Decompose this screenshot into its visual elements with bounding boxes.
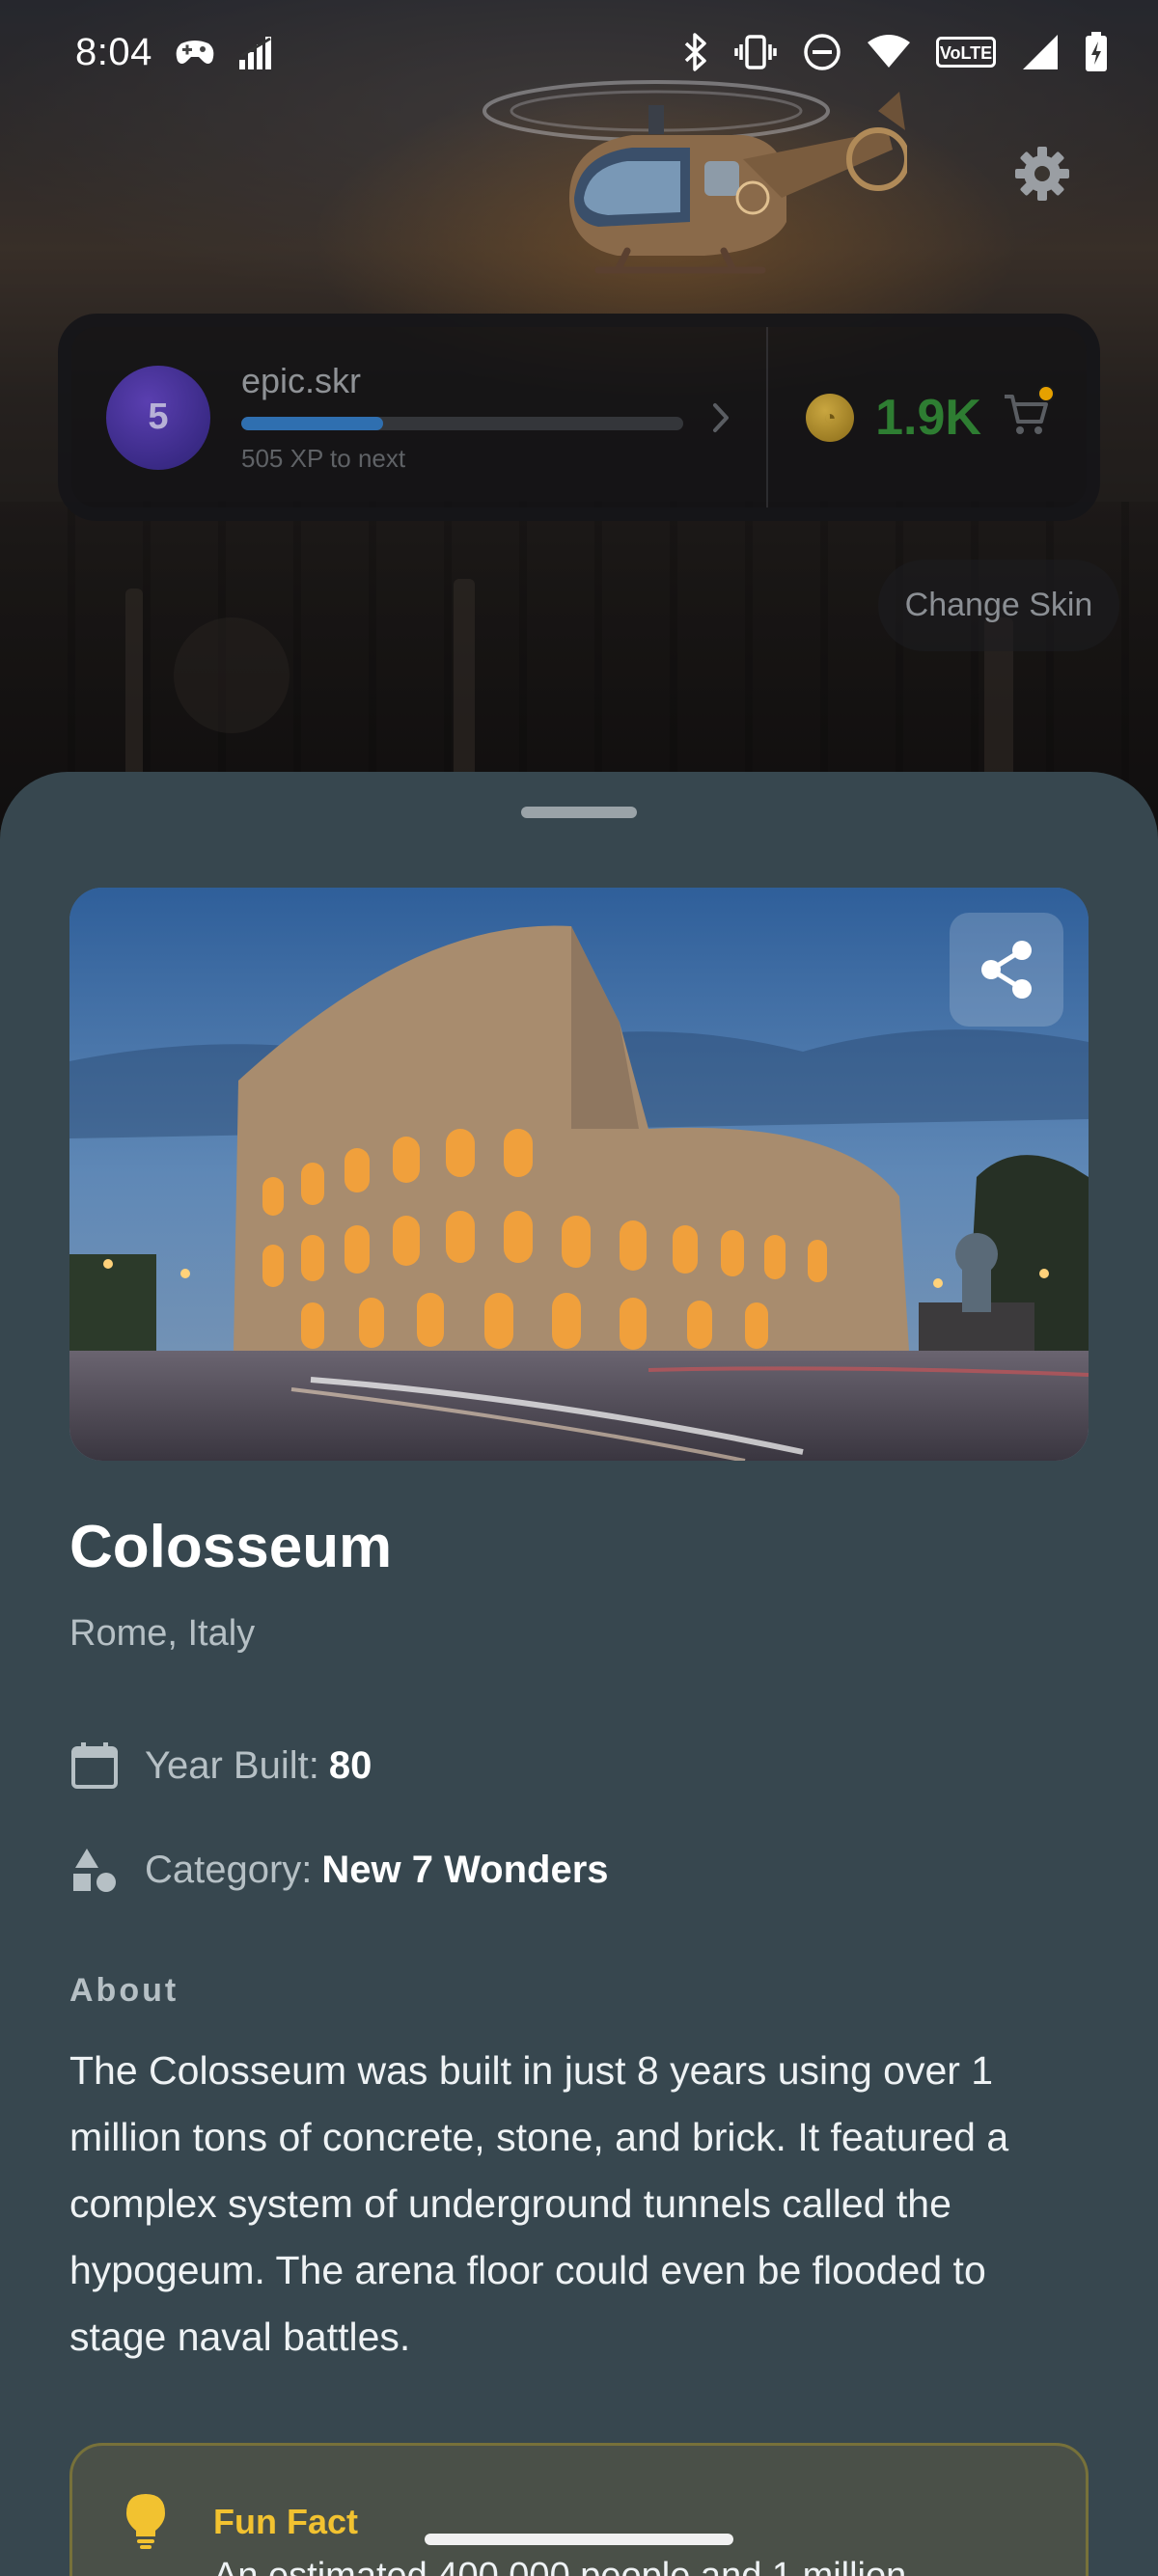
svg-text:VoLTE: VoLTE — [940, 43, 992, 63]
coin-balance-button[interactable]: ◔ 1.9K — [768, 327, 1087, 507]
share-icon — [978, 939, 1035, 1000]
volte-icon: VoLTE — [936, 37, 996, 68]
share-button[interactable] — [950, 913, 1063, 1027]
home-indicator[interactable] — [425, 2534, 733, 2545]
chevron-right-icon — [710, 401, 731, 434]
xp-to-next-text: 505 XP to next — [241, 444, 406, 473]
category-shapes-icon — [69, 1845, 120, 1895]
level-badge: 5 — [106, 365, 210, 470]
year-built-row: Year Built: 80 — [69, 1740, 372, 1791]
landmark-bottom-sheet: Colosseum Rome, Italy Year Built: 80 Cate… — [0, 772, 1158, 2576]
shop-cart-button[interactable] — [1003, 385, 1055, 442]
helicopter-skin-image — [463, 53, 910, 304]
settings-button[interactable] — [1013, 145, 1071, 203]
category-row: Category: New 7 Wonders — [69, 1845, 609, 1895]
game-controller-icon — [174, 36, 216, 69]
fun-fact-card: Fun Fact An estimated 400,000 people and… — [69, 2443, 1089, 2576]
xp-progress-fill — [241, 417, 383, 430]
year-built-value: 80 — [328, 1743, 372, 1787]
landmark-photo — [69, 888, 1089, 1461]
signal-boost-icon — [237, 33, 276, 71]
username: epic.skr — [241, 361, 362, 400]
coin-amount: 1.9K — [875, 389, 981, 446]
status-time: 8:04 — [75, 30, 152, 73]
sheet-drag-handle[interactable] — [521, 807, 637, 818]
coin-icon: ◔ — [806, 393, 855, 442]
battery-charging-icon — [1085, 32, 1108, 72]
about-text: The Colosseum was built in just 8 years … — [69, 2048, 1009, 2359]
fun-fact-title: Fun Fact — [213, 2502, 358, 2541]
cell-signal-icon — [1021, 33, 1060, 71]
category-label: Category: — [145, 1848, 313, 1891]
profile-info: epic.skr 505 XP to next — [241, 361, 685, 474]
change-skin-button[interactable]: Change Skin — [878, 560, 1119, 651]
cart-notification-dot — [1036, 385, 1055, 402]
profile-card: 5 epic.skr 505 XP to next ◔ 1.9K — [58, 314, 1100, 521]
gear-icon — [1013, 145, 1071, 203]
lightbulb-icon — [123, 2492, 169, 2550]
landmark-location: Rome, Italy — [69, 1613, 256, 1654]
xp-progress-bar — [241, 417, 683, 430]
profile-summary-button[interactable]: 5 epic.skr 505 XP to next — [71, 327, 768, 507]
landmark-title: Colosseum — [69, 1514, 393, 1580]
fun-fact-text: An estimated 400,000 people and 1 millio… — [213, 2556, 907, 2576]
about-heading: About — [69, 1972, 179, 2009]
year-built-label: Year Built: — [145, 1743, 319, 1787]
category-value: New 7 Wonders — [321, 1848, 609, 1891]
calendar-icon — [69, 1740, 120, 1791]
